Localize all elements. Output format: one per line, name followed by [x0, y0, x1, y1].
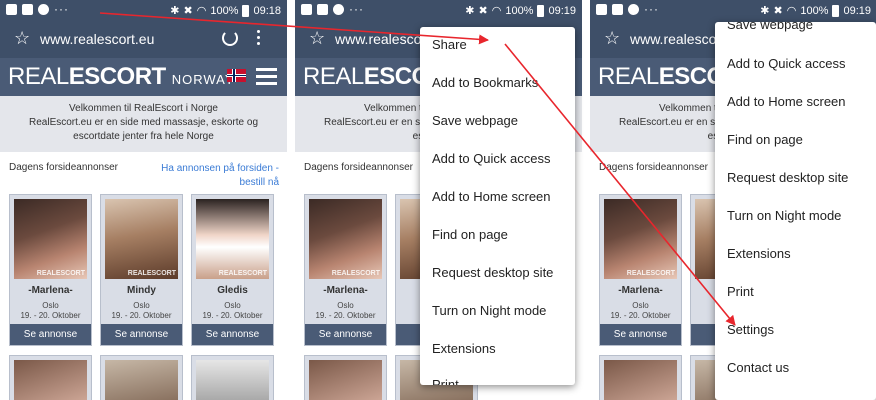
- arrow-to-menu: [99, 12, 489, 45]
- arrow-to-settings: [504, 43, 736, 326]
- annotation-arrows: [99, 12, 736, 326]
